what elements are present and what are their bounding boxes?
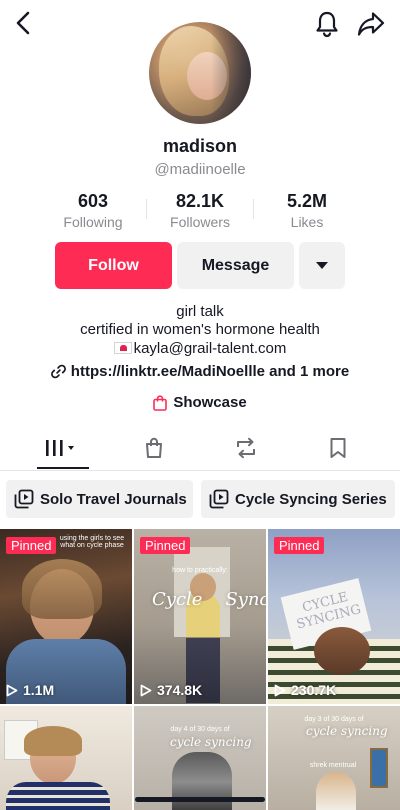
bio-line-1: girl talk [176, 303, 224, 320]
message-button[interactable]: Message [177, 242, 294, 289]
stat-followers[interactable]: 82.1K Followers [147, 189, 253, 231]
play-icon [274, 684, 286, 696]
playlist-solo-travel-journals[interactable]: Solo Travel Journals [6, 480, 193, 518]
playlist-icon [14, 489, 34, 509]
video-thumbnail[interactable]: CYCLE SYNCING Pinned 230.7K [268, 529, 400, 704]
playlist-cycle-syncing-series[interactable]: Cycle Syncing Series [201, 480, 395, 518]
video-grid: using the girls to see what on cycle pha… [0, 529, 400, 810]
back-arrow-icon[interactable] [12, 10, 36, 36]
likes-count: 5.2M [286, 191, 328, 211]
followers-count: 82.1K [175, 191, 225, 211]
love-letter-icon [113, 342, 132, 354]
thumb-hair [24, 726, 82, 756]
thumb-hair [22, 559, 102, 619]
bookmark-icon [330, 438, 346, 458]
link-icon [50, 364, 66, 379]
active-tab-indicator [37, 467, 89, 469]
likes-label: Likes [290, 214, 324, 230]
view-count: 1.1M [6, 682, 54, 698]
profile-link[interactable]: https://linktr.ee/MadiNoellle and 1 more [0, 363, 400, 380]
more-options-button[interactable] [299, 242, 345, 289]
playlist-label: Solo Travel Journals [40, 490, 187, 508]
tab-saved[interactable] [288, 425, 388, 471]
following-count: 603 [77, 191, 109, 211]
play-icon [140, 684, 152, 696]
thumb-person [316, 772, 356, 810]
following-label: Following [63, 214, 123, 230]
chevron-down-icon [316, 262, 328, 269]
share-icon[interactable] [357, 11, 385, 37]
followers-label: Followers [170, 214, 230, 230]
video-thumbnail[interactable]: how to practically: Cycle Sync Pinned 37… [134, 529, 266, 704]
showcase-label: Showcase [173, 394, 247, 411]
video-caption: using the girls to see what on cycle pha… [59, 535, 125, 549]
video-thumbnail[interactable]: using the girls to see what on cycle pha… [0, 529, 132, 704]
follow-button[interactable]: Follow [55, 242, 172, 289]
video-heading: how to practically: [172, 567, 228, 574]
stat-likes[interactable]: 5.2M Likes [254, 189, 360, 231]
tab-shop[interactable] [104, 425, 204, 471]
bell-icon[interactable] [314, 10, 340, 38]
bio-email: kayla@grail-talent.com [133, 340, 287, 357]
play-icon [6, 684, 18, 696]
video-overlay-text: cycle syncing [306, 724, 388, 738]
avatar-shadow [211, 22, 251, 124]
video-caption: shrek mentrual [309, 762, 357, 769]
view-count-text: 374.8K [157, 682, 203, 698]
profile-link-text: https://linktr.ee/MadiNoellle and 1 more [70, 363, 350, 380]
thumb-frame [370, 748, 388, 788]
profile-name: madison [162, 136, 237, 156]
playlist-label: Cycle Syncing Series [235, 490, 387, 508]
thumb-sweater [6, 782, 110, 810]
video-overlay-text: Cycle Sync [152, 589, 266, 610]
bio-email-line: kayla@grail-talent.com [0, 340, 400, 358]
video-subtitle: day 3 of 30 days of [304, 716, 364, 723]
grid-icon [46, 440, 74, 456]
home-indicator [135, 797, 265, 802]
video-subtitle: day 4 of 30 days of [170, 726, 230, 733]
content-tabs [0, 425, 400, 471]
view-count-text: 1.1M [23, 682, 55, 698]
view-count: 230.7K [274, 682, 336, 698]
profile-handle: @madiinoelle [154, 161, 246, 178]
thumb-person [314, 627, 370, 675]
view-count-text: 230.7K [291, 682, 337, 698]
video-thumbnail[interactable]: day 4 of 30 days of cycle syncing [134, 706, 266, 810]
pinned-badge: Pinned [274, 537, 325, 554]
showcase-link[interactable]: Showcase [0, 394, 400, 411]
view-count: 374.8K [140, 682, 202, 698]
avatar[interactable] [149, 22, 251, 124]
tab-reposts[interactable] [196, 425, 296, 471]
video-overlay-text: cycle syncing [170, 735, 252, 749]
tab-videos[interactable] [12, 425, 112, 471]
bio-line-2: certified in women's hormone health [80, 321, 320, 338]
playlist-icon [209, 489, 229, 509]
repost-icon [237, 437, 255, 459]
playlist-row: Solo Travel Journals Cycle Syncing Serie… [0, 480, 400, 518]
video-thumbnail[interactable] [0, 706, 132, 810]
pinned-badge: Pinned [6, 537, 57, 554]
stats-row: 603 Following 82.1K Followers 5.2M Likes [40, 189, 360, 233]
video-thumbnail[interactable]: day 3 of 30 days of cycle syncing shrek … [268, 706, 400, 810]
shopping-bag-icon [153, 394, 168, 411]
stat-following[interactable]: 603 Following [40, 189, 146, 231]
pinned-badge: Pinned [140, 537, 191, 554]
shopping-bag-icon [146, 437, 162, 458]
